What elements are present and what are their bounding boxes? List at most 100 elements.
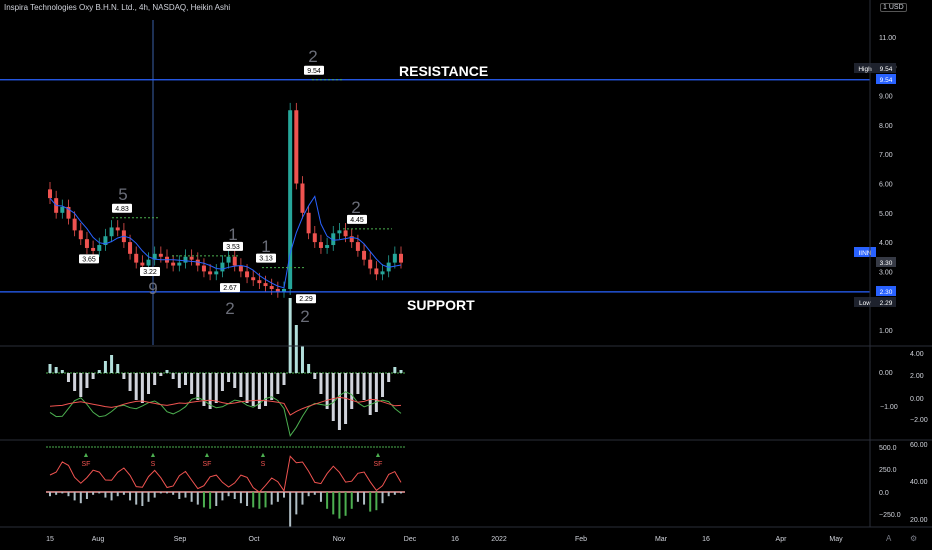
price-tick-label: 3.00 <box>879 269 893 276</box>
histogram-bar <box>368 373 372 415</box>
indicator1-slow-line <box>49 396 402 416</box>
candle-body <box>60 206 65 213</box>
histogram-bar <box>66 373 70 382</box>
candle-body <box>91 247 96 251</box>
indicator2-bar <box>264 492 267 508</box>
indicator2-bar <box>319 492 322 502</box>
histogram-bar <box>282 373 286 385</box>
settings-icon[interactable]: ⚙ <box>910 534 917 543</box>
candle-body <box>84 239 89 248</box>
candle-body <box>208 271 213 275</box>
point-label-text: 2.67 <box>223 285 237 292</box>
indicator2-bar <box>363 492 366 505</box>
time-tick-label: Apr <box>776 536 788 543</box>
histogram-bar <box>103 361 107 373</box>
candle-body <box>337 230 342 234</box>
indicator1-tick: −2.00 <box>910 417 928 424</box>
support-label: SUPPORT <box>407 297 475 313</box>
indicator2-bar <box>313 492 316 495</box>
price-tick-label: 4.00 <box>879 240 893 247</box>
price-chart[interactable]: 11.0010.009.008.007.006.005.004.003.002.… <box>0 0 932 550</box>
histogram-bar <box>97 370 101 373</box>
candle-body <box>189 256 194 260</box>
indicator2-bar <box>258 492 261 509</box>
histogram-bar <box>337 373 341 430</box>
histogram-bar <box>288 298 292 373</box>
indicator2-bar <box>289 492 292 527</box>
indicator2-bar <box>227 492 230 497</box>
indicator2-bar <box>215 492 218 506</box>
candle-body <box>140 262 145 266</box>
count-label: 2 <box>300 307 309 326</box>
candle-body <box>232 256 237 266</box>
signal-arrow-icon: ▲ <box>204 452 211 459</box>
time-tick-label: Feb <box>575 536 587 543</box>
candle-body <box>146 259 151 266</box>
candle-body <box>355 242 360 251</box>
indicator2-bar <box>375 492 378 511</box>
indicator2-bar <box>116 492 119 497</box>
candle-body <box>257 280 262 284</box>
indicator2-bar <box>221 492 224 501</box>
indicator2-bar <box>172 492 175 495</box>
indicator2-bar <box>153 492 156 498</box>
candle-body <box>72 218 77 231</box>
indicator2-bar <box>393 492 396 495</box>
candle-body <box>392 253 397 263</box>
count-label: 2 <box>351 198 360 217</box>
histogram-bar <box>325 373 329 409</box>
histogram-bar <box>294 325 298 373</box>
indicator2-bar <box>196 492 199 505</box>
histogram-bar <box>313 373 317 379</box>
indicator2-bar <box>202 492 205 508</box>
indicator2-bar <box>98 492 101 494</box>
indicator2-bar <box>295 492 298 515</box>
price-tick-label: 9.00 <box>879 94 893 101</box>
indicator2-bar <box>135 492 138 505</box>
histogram-bar <box>319 373 323 394</box>
candle-body <box>115 227 120 231</box>
indicator2-bar <box>276 492 279 502</box>
candle-body <box>109 227 114 237</box>
indicator2-bar <box>73 492 76 501</box>
histogram-bar <box>165 370 169 373</box>
candle-body <box>318 242 323 248</box>
histogram-bar <box>73 373 77 391</box>
histogram-bar <box>171 373 175 379</box>
indicator2-right-tick: 40.00 <box>910 479 928 486</box>
indicator2-bar <box>141 492 144 506</box>
indicator2-bar <box>129 492 132 501</box>
time-tick-label: Sep <box>174 536 187 543</box>
histogram-bar <box>196 373 200 400</box>
indicator2-bar <box>55 492 58 495</box>
point-label-text: 3.65 <box>82 256 96 263</box>
histogram-bar <box>48 364 52 373</box>
histogram-bar <box>128 373 132 391</box>
count-label: 2 <box>225 299 234 318</box>
auto-scale-button[interactable]: A <box>886 534 891 543</box>
candle-body <box>238 265 243 272</box>
candle-body <box>128 242 133 254</box>
histogram-bar <box>159 373 163 376</box>
indicator2-bar <box>79 492 82 504</box>
indicator2-bar <box>159 492 162 494</box>
indicator2-bar <box>387 492 390 497</box>
histogram-bar <box>153 373 157 385</box>
indicator2-tick: 0.0 <box>879 490 889 497</box>
signal-label: SF <box>82 461 91 468</box>
histogram-bar <box>399 370 403 373</box>
histogram-bar <box>85 373 89 388</box>
point-label-text: 9.54 <box>307 68 321 75</box>
indicator2-bar <box>178 492 181 499</box>
indicator2-bar <box>344 492 347 516</box>
histogram-bar <box>239 373 243 397</box>
histogram-bar <box>183 373 187 385</box>
histogram-bar <box>381 373 385 397</box>
price-tag-value: 9.54 <box>880 77 893 84</box>
indicator2-bar <box>270 492 273 505</box>
candle-body <box>312 233 317 243</box>
histogram-bar <box>270 373 274 400</box>
indicator1-tick: −1.00 <box>880 404 898 411</box>
indicator2-bar <box>166 492 168 494</box>
count-label: 2 <box>308 47 317 66</box>
